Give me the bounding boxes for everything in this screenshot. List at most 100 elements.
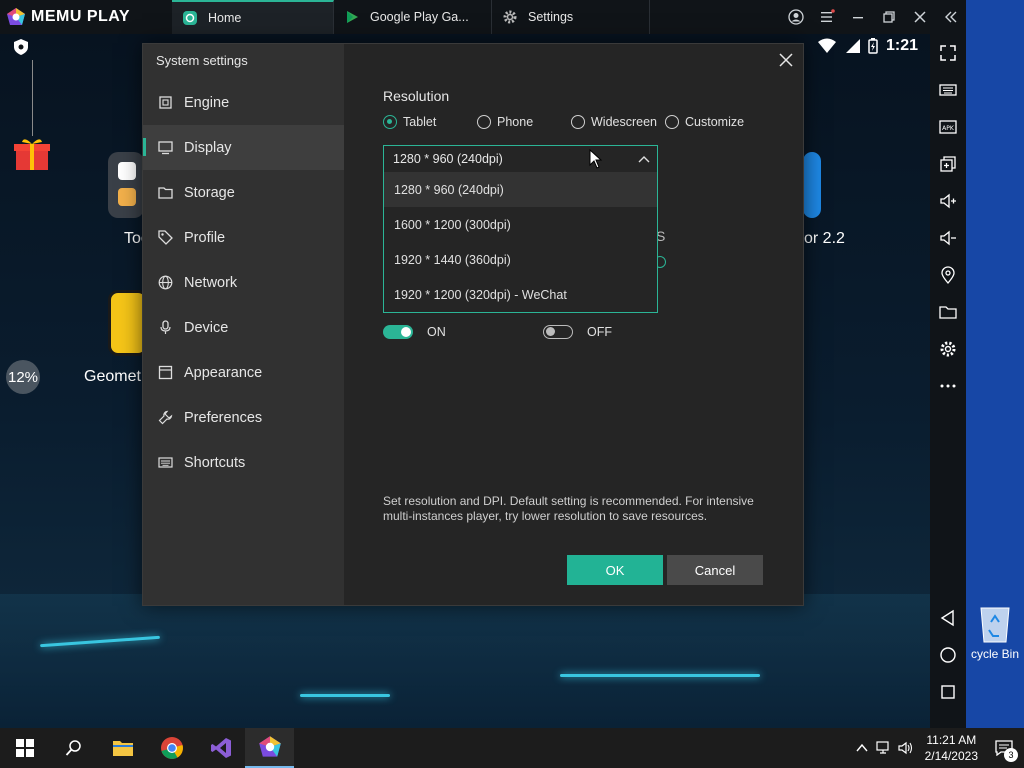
fullscreen-button[interactable] (930, 34, 966, 71)
nav-item-engine[interactable]: Engine (143, 80, 344, 125)
dropdown-option[interactable]: 1920 * 1200 (320dpi) - WeChat (384, 277, 657, 312)
home-circle-icon (940, 646, 956, 663)
keyboard-button[interactable] (930, 71, 966, 108)
close-window-icon[interactable] (904, 0, 935, 34)
memu-taskbar-button[interactable] (245, 728, 294, 768)
taskbar-clock[interactable]: 11:21 AM 2/14/2023 (925, 732, 978, 764)
radio-button[interactable] (665, 115, 679, 129)
microphone-icon (160, 320, 171, 334)
nav-item-network[interactable]: Network (143, 260, 344, 305)
dropdown-option[interactable]: 1600 * 1200 (300dpi) (384, 207, 657, 242)
account-icon[interactable] (780, 0, 811, 34)
nav-label: Shortcuts (184, 454, 246, 471)
tray-overflow-icon[interactable] (851, 743, 873, 753)
emulator-titlebar: MEMU PLAY Home Google Play Ga... Setting… (0, 0, 966, 34)
recents-button[interactable] (930, 673, 966, 710)
nav-item-display[interactable]: Display (143, 125, 344, 170)
recycle-bin[interactable]: cycle Bin (966, 602, 1024, 661)
visual-studio-icon (210, 738, 231, 758)
menu-icon[interactable] (811, 0, 842, 34)
multi-instance-button[interactable] (930, 145, 966, 182)
tab-google-play[interactable]: Google Play Ga... (334, 0, 492, 34)
toggle-off[interactable]: OFF (543, 325, 612, 339)
nav-item-profile[interactable]: Profile (143, 215, 344, 260)
radio-button[interactable] (477, 115, 491, 129)
minimize-icon[interactable] (842, 0, 873, 34)
background-glow (300, 694, 390, 697)
dropdown-option[interactable]: 1280 * 960 (240dpi) (384, 172, 657, 207)
ok-button[interactable]: OK (567, 555, 663, 585)
chrome-icon (160, 737, 183, 759)
resolution-select[interactable]: 1280 * 960 (240dpi) (383, 145, 658, 173)
toggle-label: OFF (587, 325, 612, 339)
radio-widescreen[interactable]: Widescreen (571, 115, 657, 129)
radio-button[interactable] (383, 115, 397, 129)
system-tray: 11:21 AM 2/14/2023 3 (851, 728, 1024, 768)
home-button[interactable] (930, 636, 966, 673)
app-label-right: or 2.2 (804, 230, 845, 247)
chrome-button[interactable] (147, 728, 196, 768)
toggle-switch[interactable] (383, 325, 413, 339)
tab-google-play-label: Google Play Ga... (370, 10, 469, 24)
chip-icon (159, 96, 172, 109)
nav-label: Storage (184, 184, 235, 201)
notification-center-button[interactable]: 3 (984, 728, 1024, 768)
location-button[interactable] (930, 256, 966, 293)
toggle-on[interactable]: ON (383, 325, 446, 339)
search-button[interactable] (49, 728, 98, 768)
app-icon-right[interactable] (803, 152, 821, 218)
nav-item-preferences[interactable]: Preferences (143, 395, 344, 440)
file-explorer-button[interactable] (98, 728, 147, 768)
nav-item-storage[interactable]: Storage (143, 170, 344, 215)
volume-up-button[interactable] (930, 182, 966, 219)
visual-studio-button[interactable] (196, 728, 245, 768)
gift-icon[interactable] (14, 136, 50, 172)
back-button[interactable] (930, 599, 966, 636)
cancel-button[interactable]: Cancel (667, 555, 763, 585)
start-button[interactable] (0, 728, 49, 768)
appearance-icon (158, 365, 173, 380)
radio-phone[interactable]: Phone (477, 115, 533, 129)
keyboard-icon (939, 83, 957, 96)
fullscreen-icon (940, 44, 956, 61)
nav-item-shortcuts[interactable]: Shortcuts (143, 440, 344, 485)
memu-logo: MEMU PLAY (0, 0, 172, 34)
progress-badge[interactable]: 12% (6, 360, 40, 394)
notification-count: 3 (1004, 748, 1018, 762)
restore-icon[interactable] (873, 0, 904, 34)
keyboard-icon (158, 457, 173, 468)
close-icon[interactable] (777, 51, 795, 69)
home-tab-icon (182, 10, 198, 26)
nav-label: Network (184, 274, 238, 291)
apk-button[interactable]: APK (930, 108, 966, 145)
nav-label: Device (184, 319, 229, 336)
volume-icon[interactable] (895, 741, 917, 755)
settings-button[interactable] (930, 330, 966, 367)
tag-icon (158, 230, 173, 245)
resolution-label: Resolution (383, 88, 450, 104)
more-button[interactable] (930, 367, 966, 404)
toggle-label: ON (427, 325, 446, 339)
tab-settings[interactable]: Settings (492, 0, 650, 34)
radio-button[interactable] (571, 115, 585, 129)
shared-folder-button[interactable] (930, 293, 966, 330)
dropdown-option[interactable]: 1920 * 1440 (360dpi) (384, 242, 657, 277)
status-time: 1:21 (885, 37, 918, 54)
network-icon[interactable] (873, 741, 895, 755)
gear-icon (502, 9, 518, 25)
collapse-sidebar-icon[interactable] (935, 0, 966, 34)
back-triangle-icon (940, 609, 954, 626)
monitor-icon (158, 141, 173, 155)
toggle-switch[interactable] (543, 325, 573, 339)
radio-tablet[interactable]: Tablet (383, 115, 436, 129)
chevron-up-icon (638, 156, 650, 163)
more-dots-icon (940, 384, 956, 387)
radio-customize[interactable]: Customize (665, 115, 744, 129)
app-label-geometry-dash: Geomet (84, 368, 141, 385)
volume-down-button[interactable] (930, 219, 966, 256)
radio-label: Customize (685, 115, 745, 129)
nav-item-device[interactable]: Device (143, 305, 344, 350)
nav-label: Engine (184, 94, 230, 111)
nav-item-appearance[interactable]: Appearance (143, 350, 344, 395)
tab-home[interactable]: Home (172, 0, 334, 34)
